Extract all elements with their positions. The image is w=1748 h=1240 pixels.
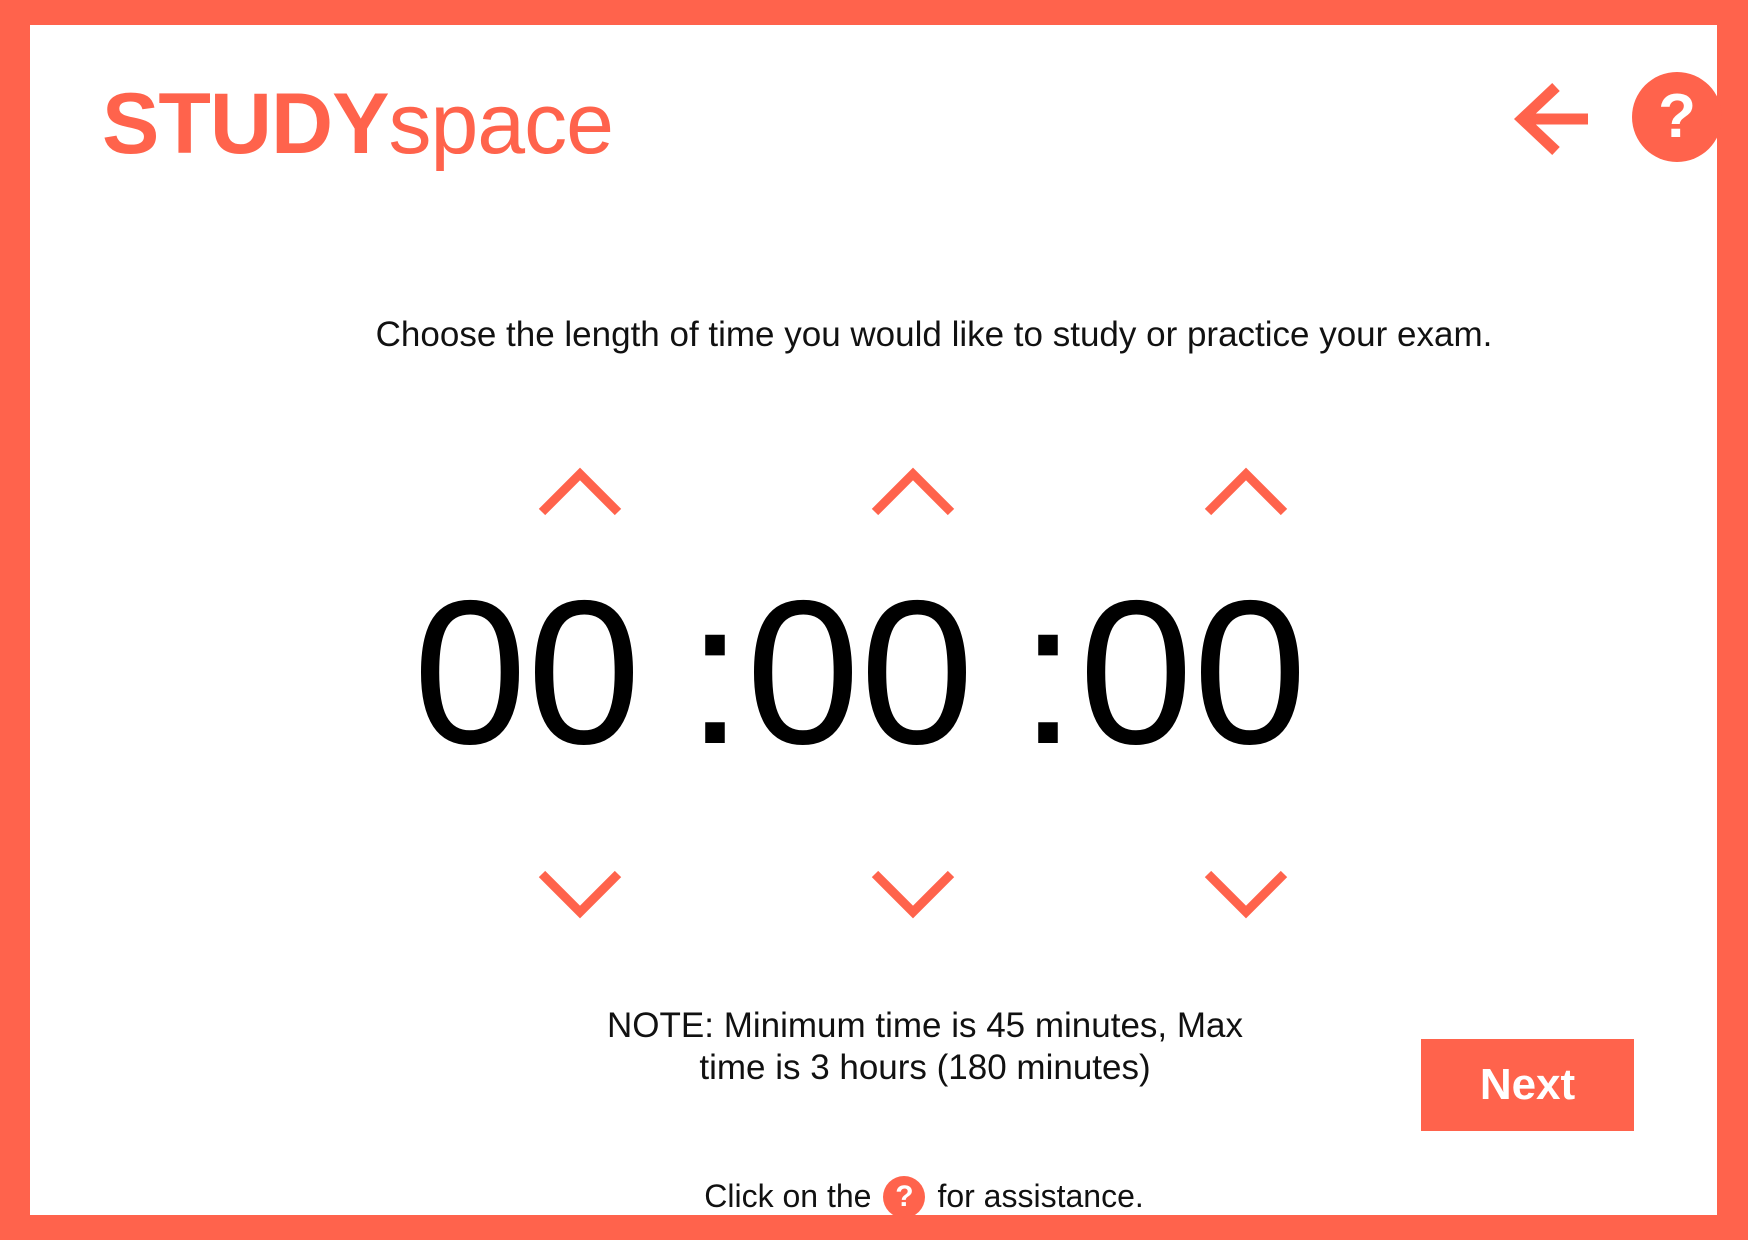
chevron-up-icon	[1204, 467, 1288, 516]
assistance-hint: Click on the? for assistance.	[30, 1175, 1748, 1218]
help-icon: ?	[1658, 82, 1696, 151]
note-line-1: NOTE: Minimum time is 45 minutes, Max	[607, 1006, 1243, 1045]
minutes-down-button[interactable]	[871, 868, 955, 924]
studyspace-logo: STUDYspace	[102, 69, 614, 179]
seconds-down-button[interactable]	[1204, 868, 1288, 924]
note-line-2: time is 3 hours (180 minutes)	[699, 1048, 1151, 1087]
seconds-value[interactable]: 00	[1063, 563, 1323, 783]
minutes-up-button[interactable]	[871, 462, 955, 518]
seconds-up-button[interactable]	[1204, 462, 1288, 518]
chevron-up-icon	[538, 467, 622, 516]
hours-value[interactable]: 00	[397, 563, 657, 783]
back-arrow-icon	[1513, 82, 1588, 156]
instruction-text: Choose the length of time you would like…	[375, 315, 1493, 354]
next-button[interactable]: Next	[1421, 1039, 1634, 1131]
chevron-down-icon	[871, 870, 955, 919]
help-button[interactable]: ?	[1632, 72, 1722, 162]
hours-up-button[interactable]	[538, 462, 622, 518]
chevron-down-icon	[538, 870, 622, 919]
app-frame: STUDYspace ? Choose the length of time y…	[0, 0, 1748, 1240]
chevron-down-icon	[1204, 870, 1288, 919]
minutes-value[interactable]: 00	[730, 563, 990, 783]
back-button[interactable]	[1510, 81, 1594, 157]
timer-display: 00 : 00 : 00	[30, 563, 1748, 783]
logo-bold-text: STUDY	[102, 76, 389, 172]
logo-light-text: space	[388, 76, 613, 172]
inline-help-icon[interactable]: ?	[883, 1175, 926, 1218]
assist-text-before: Click on the	[704, 1178, 872, 1214]
chevron-up-icon	[871, 467, 955, 516]
assist-text-after: for assistance.	[937, 1178, 1144, 1214]
hours-down-button[interactable]	[538, 868, 622, 924]
time-limit-note: NOTE: Minimum time is 45 minutes, Max ti…	[570, 1005, 1280, 1089]
